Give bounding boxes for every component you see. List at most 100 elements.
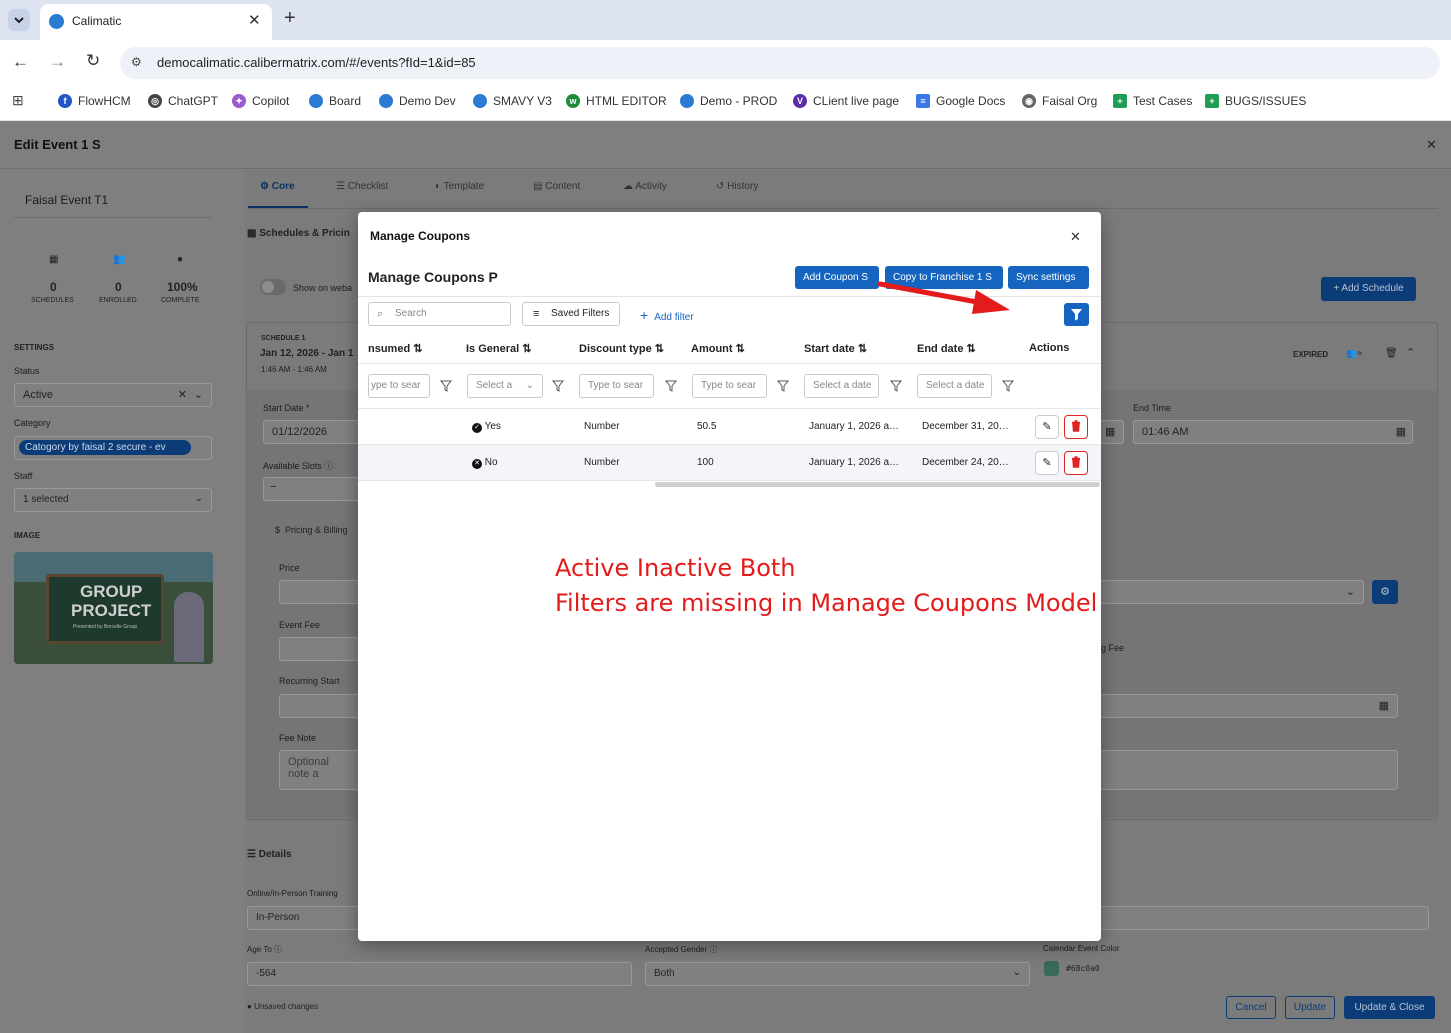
address-bar[interactable]: ⚙ democalimatic.calibermatrix.com/#/even… [120, 47, 1440, 79]
filter-toggle-button[interactable] [1064, 303, 1089, 326]
tab-search-button[interactable] [8, 9, 30, 31]
end-time-input[interactable]: 01:46 AM ▦ [1133, 420, 1413, 444]
new-tab-icon[interactable]: + [284, 7, 296, 30]
col-is-general[interactable]: Is General ⇅ [466, 342, 531, 355]
show-on-web-toggle[interactable] [260, 279, 286, 295]
consumed-filter-input[interactable]: ype to sear [368, 374, 430, 398]
category-select[interactable]: Catogory by faisal 2 secure - ev [14, 436, 212, 460]
site-info-icon[interactable]: ⚙ [131, 55, 142, 69]
tab-template[interactable]: ◐ Template [435, 181, 484, 192]
sort-icon[interactable]: ⇅ [655, 343, 664, 355]
amount-cell: 100 [697, 457, 714, 468]
tab-history[interactable]: ↺ History [716, 181, 758, 192]
sort-icon[interactable]: ⇅ [413, 343, 422, 355]
bookmark-demo-prod[interactable]: Demo - PROD [680, 92, 777, 110]
age-to-input[interactable]: -564 [247, 962, 632, 986]
date-input-right[interactable]: ▦ [1100, 694, 1398, 718]
settings-gear-button[interactable]: ⚙ [1372, 580, 1398, 604]
forward-icon[interactable]: → [49, 52, 66, 72]
bookmark-copilot[interactable]: ✦ Copilot [232, 92, 289, 110]
color-swatch[interactable] [1044, 961, 1059, 976]
calendar-icon[interactable]: ▦ [1396, 425, 1406, 438]
col-start-date[interactable]: Start date ⇅ [804, 342, 867, 355]
search-input[interactable]: ⌕ Search [368, 302, 511, 326]
is-general-filter-select[interactable]: Select a ⌄ [467, 374, 543, 398]
cancel-button[interactable]: Cancel [1226, 996, 1276, 1019]
funnel-icon[interactable] [777, 380, 789, 392]
chevron-up-icon[interactable]: ⌃ [1406, 346, 1415, 359]
bookmark-demo-dev[interactable]: Demo Dev [379, 92, 456, 110]
close-page-icon[interactable]: ✕ [1426, 137, 1437, 153]
add-schedule-button[interactable]: + Add Schedule [1321, 277, 1416, 301]
back-icon[interactable]: ← [12, 52, 29, 72]
slots-stepper[interactable]: − [263, 477, 363, 501]
sort-icon[interactable]: ⇅ [967, 343, 976, 355]
sort-icon[interactable]: ⇅ [858, 343, 867, 355]
calendar-icon[interactable]: ▦ [1379, 699, 1389, 712]
time-input-partial[interactable]: ▦ [1100, 420, 1124, 444]
delete-button[interactable] [1064, 415, 1088, 439]
fee-select[interactable]: ⌄ [1100, 580, 1364, 604]
gender-select[interactable]: Both ⌄ [645, 962, 1030, 986]
event-fee-input[interactable] [279, 637, 359, 661]
horizontal-scrollbar[interactable] [655, 482, 1100, 487]
col-amount[interactable]: Amount ⇅ [691, 342, 745, 355]
end-date-filter-input[interactable]: Select a date [917, 374, 992, 398]
add-filter-button[interactable]: + Add filter [640, 307, 694, 323]
recurring-start-input[interactable] [279, 694, 359, 718]
browser-tab[interactable]: Calimatic ✕ [40, 4, 272, 40]
funnel-icon[interactable] [552, 380, 564, 392]
tab-core[interactable]: ⚙ Core [260, 181, 295, 192]
trash-icon[interactable]: 🗑 [1385, 348, 1398, 359]
bookmark-test-cases[interactable]: + Test Cases [1113, 92, 1192, 110]
edit-button[interactable]: ✎ [1035, 451, 1059, 475]
update-close-button[interactable]: Update & Close [1344, 996, 1435, 1019]
funnel-icon[interactable] [890, 380, 902, 392]
tab-content[interactable]: ▤ Content [533, 181, 580, 192]
close-modal-icon[interactable]: ✕ [1070, 229, 1081, 245]
sort-icon[interactable]: ⇅ [736, 343, 745, 355]
amount-cell: 50.5 [697, 421, 717, 432]
amount-filter-input[interactable]: Type to sear [692, 374, 767, 398]
col-end-date[interactable]: End date ⇅ [917, 342, 976, 355]
sort-icon[interactable]: ⇅ [522, 343, 531, 355]
start-date-input[interactable]: 01/12/2026 [263, 420, 363, 444]
discount-type-filter-input[interactable]: Type to sear [579, 374, 654, 398]
bookmark-board[interactable]: Board [309, 92, 361, 110]
sync-settings-button[interactable]: Sync settings [1008, 266, 1089, 289]
funnel-icon[interactable] [1002, 380, 1014, 392]
price-input[interactable] [279, 580, 359, 604]
bookmark-google-docs[interactable]: ≡ Google Docs [916, 92, 1005, 110]
bookmark-chatgpt[interactable]: ◎ ChatGPT [148, 92, 218, 110]
tab-activity[interactable]: ☁ Activity [623, 181, 667, 192]
funnel-icon[interactable] [665, 380, 677, 392]
delete-button[interactable] [1064, 451, 1088, 475]
tab-checklist[interactable]: ☰ Checklist [336, 181, 388, 192]
fee-note-textarea-right[interactable] [1100, 750, 1398, 790]
apps-icon[interactable]: ⊞ [12, 92, 24, 109]
fee-note-textarea[interactable]: Optional note a [279, 750, 359, 790]
group-icon[interactable]: 👥≈ [1346, 348, 1362, 359]
update-button[interactable]: Update [1285, 996, 1335, 1019]
clear-icon[interactable]: ✕ [178, 388, 187, 401]
status-select[interactable]: Active ✕ ⌄ [14, 383, 212, 407]
edit-button[interactable]: ✎ [1035, 415, 1059, 439]
col-consumed[interactable]: nsumed ⇅ [368, 342, 422, 355]
staff-select[interactable]: 1 selected ⌄ [14, 488, 212, 512]
calendar-icon[interactable]: ▦ [1105, 425, 1115, 438]
start-date-filter-input[interactable]: Select a date [804, 374, 879, 398]
add-coupon-button[interactable]: Add Coupon S [795, 266, 879, 289]
url-text: democalimatic.calibermatrix.com/#/events… [157, 55, 476, 70]
bookmark-client-live[interactable]: V CLient live page [793, 92, 899, 110]
col-discount-type[interactable]: Discount type ⇅ [579, 342, 664, 355]
funnel-icon[interactable] [440, 380, 452, 392]
bookmark-flowhcm[interactable]: f FlowHCM [58, 92, 131, 110]
minus-icon[interactable]: − [270, 481, 276, 493]
saved-filters-button[interactable]: ≡ Saved Filters [522, 302, 620, 326]
bookmark-html-editor[interactable]: w HTML EDITOR [566, 92, 667, 110]
close-tab-icon[interactable]: ✕ [248, 11, 261, 29]
bookmark-bugs-issues[interactable]: + BUGS/ISSUES [1205, 92, 1306, 110]
reload-icon[interactable]: ↻ [86, 51, 100, 71]
bookmark-smavy[interactable]: SMAVY V3 [473, 92, 552, 110]
bookmark-faisal-org[interactable]: ◉ Faisal Org [1022, 92, 1097, 110]
